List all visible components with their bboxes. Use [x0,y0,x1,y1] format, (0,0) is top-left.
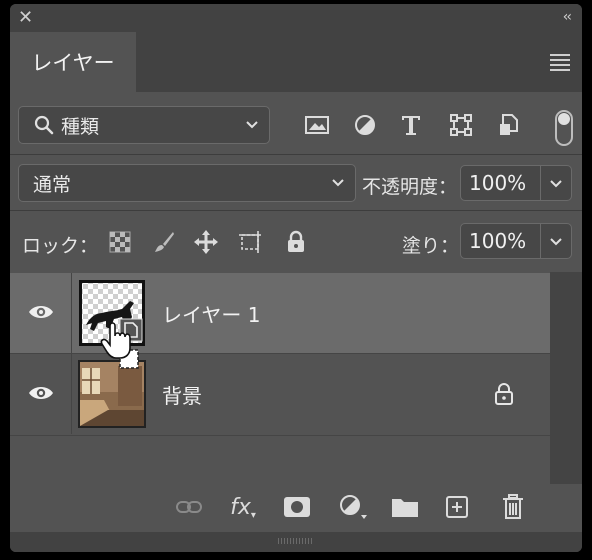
lock-all-icon[interactable] [282,228,310,256]
delete-layer-trash-icon[interactable] [498,494,528,520]
resize-grip-icon[interactable] [278,538,314,544]
fill-field[interactable]: 100% [460,223,572,259]
panel-menu-icon[interactable] [550,54,570,71]
eye-icon[interactable] [28,303,54,321]
opacity-label: 不透明度： [362,176,458,198]
chevron-down-icon [550,180,562,188]
collapse-icon[interactable]: ‹‹ [563,9,572,25]
lock-image-pixels-brush-icon[interactable] [150,228,178,256]
panel-frame: ✕ ‹‹ レイヤー 種類 通常 不透明度： 100% ロック： 塗り： 100%… [10,4,582,552]
layer-row[interactable]: レイヤー 1 [10,273,550,353]
divider [10,435,550,436]
fill-value[interactable]: 100% [461,224,540,258]
lock-label: ロック： [22,235,99,257]
opacity-field[interactable]: 100% [460,165,572,201]
fill-label: 塗り： [402,235,460,257]
panel-titlebar: ✕ ‹‹ [10,4,582,32]
layer-name[interactable]: レイヤー 1 [162,299,260,328]
fill-dropdown[interactable] [540,224,571,258]
smart-object-filter-icon[interactable] [494,112,524,138]
shape-layer-filter-icon[interactable] [446,112,476,138]
adjustment-layer-filter-icon[interactable] [350,112,380,138]
opacity-dropdown[interactable] [540,166,571,200]
chevron-down-icon [332,179,344,187]
visibility-column [10,273,72,353]
lock-artboard-icon[interactable] [236,228,264,256]
add-mask-icon[interactable] [282,494,312,520]
fx-label: fx [230,494,251,520]
visibility-column [10,354,72,434]
filter-kind-select[interactable]: 種類 [18,106,270,144]
layers-footer: fx ▾ [10,484,582,532]
lock-transparent-pixels-icon[interactable] [106,228,134,256]
lock-icon [495,383,513,405]
new-layer-icon[interactable] [442,494,472,520]
close-icon[interactable]: ✕ [18,7,33,28]
layer-name[interactable]: 背景 [162,380,202,409]
filter-kind-label: 種類 [61,115,100,138]
chevron-down-icon [550,238,562,246]
divider [10,154,582,155]
filter-toggle-switch[interactable] [555,110,573,146]
new-adjustment-layer-icon[interactable] [338,494,368,520]
blend-mode-value: 通常 [33,173,72,196]
layer-style-fx-button[interactable]: fx ▾ [228,494,258,521]
pixel-layer-filter-icon[interactable] [302,112,332,138]
lock-position-move-icon[interactable] [192,228,220,256]
new-group-folder-icon[interactable] [390,494,420,520]
type-layer-filter-icon[interactable] [396,112,426,138]
layers-scrollbar[interactable] [550,272,582,484]
tab-label: レイヤー [31,51,115,75]
layers-panel: ✕ ‹‹ レイヤー 種類 通常 不透明度： 100% ロック： 塗り： 100%… [0,0,592,560]
eye-icon[interactable] [28,384,54,402]
blend-mode-select[interactable]: 通常 [18,164,356,202]
drag-hand-cursor-icon [100,322,139,369]
tab-layers[interactable]: レイヤー [10,32,136,92]
toggle-knob [558,113,570,125]
opacity-value[interactable]: 100% [461,166,540,200]
layers-list: レイヤー 1 背景 [10,272,550,484]
resize-strip[interactable] [10,532,582,552]
divider [10,210,582,211]
chevron-down-icon [246,121,258,129]
link-layers-icon[interactable] [174,494,204,520]
search-icon [34,115,54,135]
layer-row[interactable]: 背景 [10,354,550,434]
tab-bar: レイヤー [10,32,582,92]
layer-thumbnail[interactable] [78,360,146,428]
